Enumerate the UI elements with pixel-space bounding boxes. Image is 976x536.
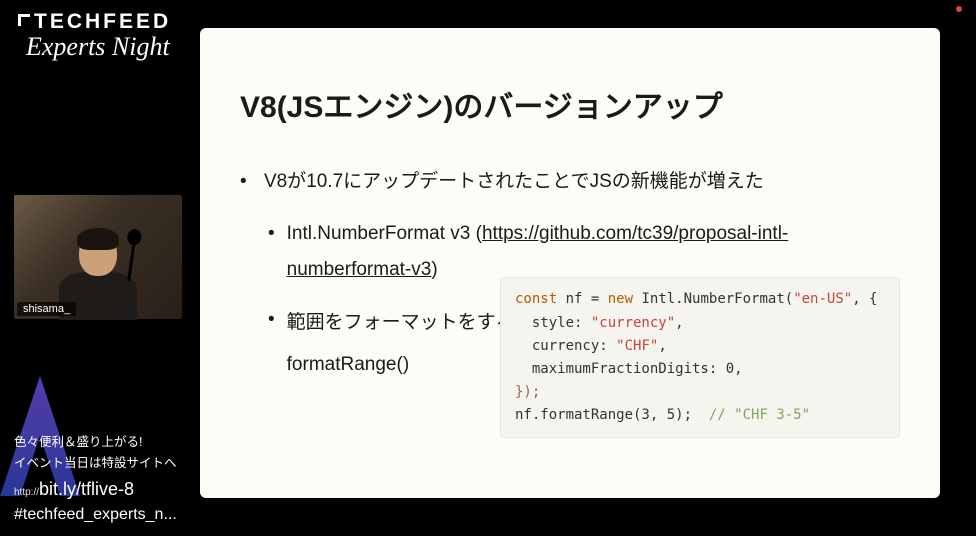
brand-logo: TECHFEED Experts Night [18,10,171,62]
promo-url: bit.ly/tflive-8 [39,479,134,499]
promo-url-prefix: http:// [14,487,39,498]
promo-hashtag: #techfeed_experts_n... [14,506,226,524]
presentation-slide: V8(JSエンジン)のバージョンアップ V8が10.7にアップデートされたことで… [200,28,940,498]
promo-url-row: http://bit.ly/tflive-8 [14,479,226,500]
promo-text-1: 色々便利＆盛り上がる! [14,431,226,450]
recording-indicator-icon [956,6,962,12]
sub1-suffix: ) [431,259,437,280]
code-snippet: const nf = new Intl.NumberFormat("en-US"… [500,277,900,438]
presenter-webcam: shisama_ [14,195,182,319]
presenter-name-badge: shisama_ [17,302,76,316]
slide-title: V8(JSエンジン)のバージョンアップ [240,82,885,126]
promo-text-2: イベント当日は特設サイトへ [14,452,226,471]
logo-main: TECHFEED [18,10,171,34]
bullet-text-1: V8が10.7にアップデートされたことでJSの新機能が増えた [264,171,764,192]
sub2-text: 範囲をフォーマットをするformatRange() [287,302,517,386]
sub1-prefix: Intl.NumberFormat v3 ( [287,223,482,244]
logo-subtitle: Experts Night [26,32,171,62]
